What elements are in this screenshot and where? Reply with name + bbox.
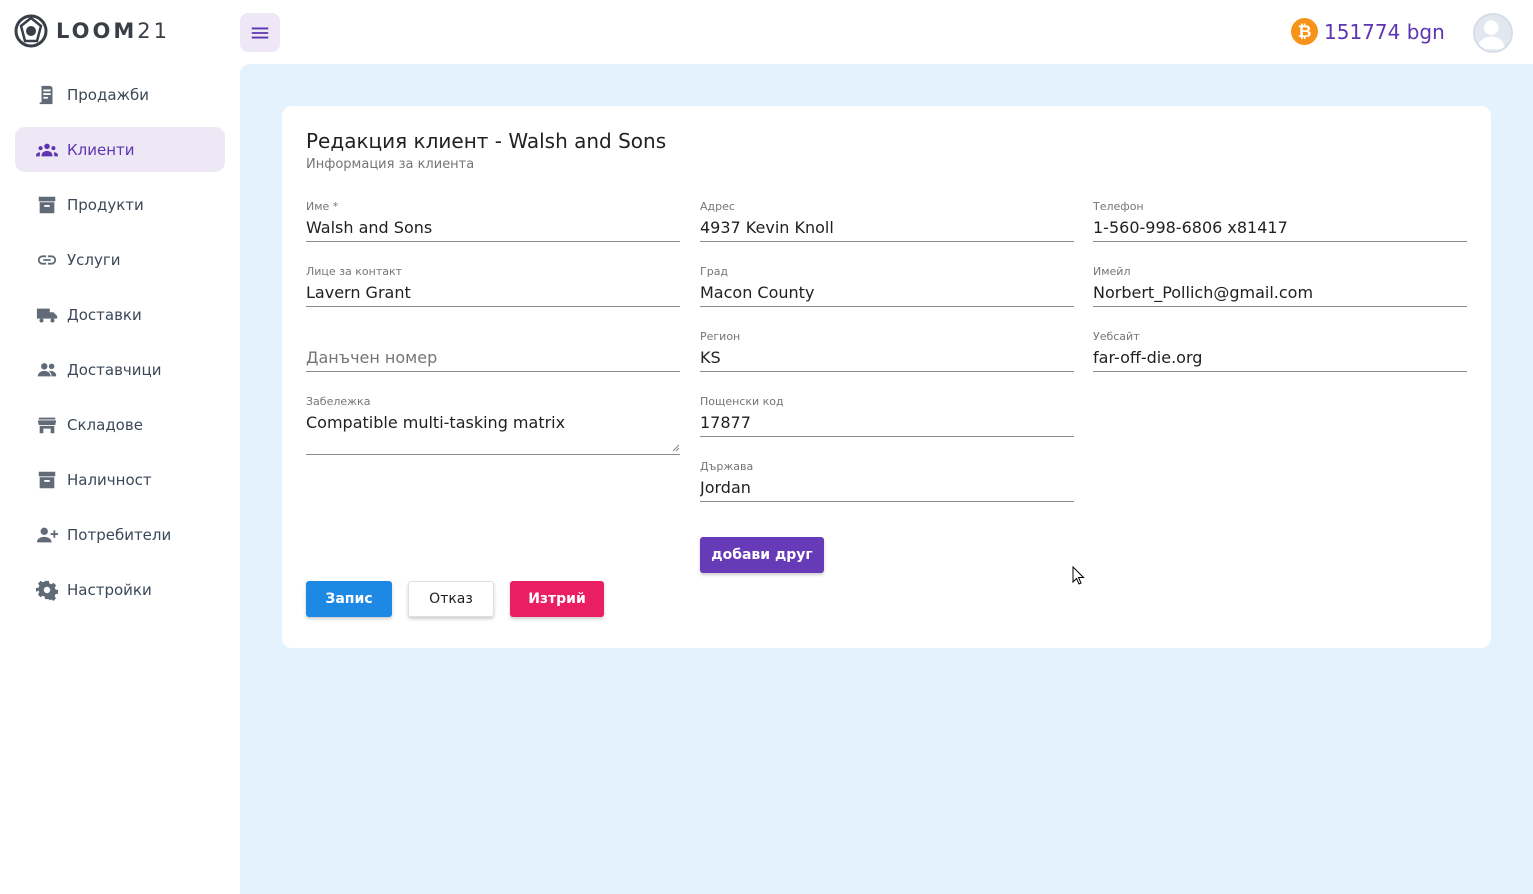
postal-code-field: Пощенски код bbox=[700, 395, 1074, 437]
page-subtitle: Информация за клиента bbox=[306, 157, 475, 172]
region-input[interactable] bbox=[700, 348, 1074, 367]
loom-logo-icon bbox=[14, 14, 48, 48]
postal-code-input[interactable] bbox=[700, 413, 1074, 432]
website-field: Уебсайт bbox=[1093, 330, 1467, 372]
city-field: Град bbox=[700, 265, 1074, 307]
region-label: Регион bbox=[700, 330, 741, 343]
sidebar-item-inventory[interactable]: Наличност bbox=[15, 457, 225, 502]
contact-field: Лице за контакт bbox=[306, 265, 680, 307]
note-label: Забележка bbox=[306, 395, 371, 408]
delete-button[interactable]: Изтрий bbox=[510, 581, 604, 617]
bitcoin-icon: ₿ bbox=[1291, 18, 1318, 45]
menu-toggle-button[interactable] bbox=[240, 13, 280, 52]
sidebar-item-label: Продукти bbox=[67, 195, 144, 214]
people-icon bbox=[35, 138, 59, 162]
sidebar-item-users[interactable]: Потребители bbox=[15, 512, 225, 557]
group-icon bbox=[35, 358, 59, 382]
sidebar-item-suppliers[interactable]: Доставчици bbox=[15, 347, 225, 392]
sidebar-item-warehouses[interactable]: Складове bbox=[15, 402, 225, 447]
tax-number-input[interactable] bbox=[306, 348, 680, 367]
website-label: Уебсайт bbox=[1093, 330, 1140, 343]
address-field: Адрес bbox=[700, 200, 1074, 242]
mouse-cursor-icon bbox=[1072, 566, 1085, 585]
store-icon bbox=[35, 413, 59, 437]
cancel-button[interactable]: Отказ bbox=[408, 581, 494, 617]
sidebar-item-label: Доставки bbox=[67, 305, 142, 324]
hamburger-icon bbox=[251, 27, 269, 38]
sidebar-item-label: Настройки bbox=[67, 580, 152, 599]
note-field: Забележка bbox=[306, 395, 680, 455]
inventory-icon bbox=[35, 468, 59, 492]
sidebar-item-products[interactable]: Продукти bbox=[15, 182, 225, 227]
sidebar-item-services[interactable]: Услуги bbox=[15, 237, 225, 282]
resize-handle-icon[interactable] bbox=[672, 444, 680, 452]
postal-code-label: Пощенски код bbox=[700, 395, 784, 408]
client-edit-card: Редакция клиент - Walsh and Sons Информа… bbox=[282, 106, 1491, 648]
sidebar-item-label: Услуги bbox=[67, 250, 121, 269]
person-add-icon bbox=[35, 523, 59, 547]
balance-display: ₿ 151774 bgn bbox=[1291, 18, 1445, 45]
logo-text: LOOM21 bbox=[56, 19, 170, 43]
phone-label: Телефон bbox=[1093, 200, 1144, 213]
name-input[interactable] bbox=[306, 218, 680, 237]
link-icon bbox=[35, 248, 59, 272]
region-field: Регион bbox=[700, 330, 1074, 372]
app-logo[interactable]: LOOM21 bbox=[14, 14, 170, 48]
receipt-icon bbox=[35, 83, 59, 107]
sidebar-item-settings[interactable]: Настройки bbox=[15, 567, 225, 612]
email-label: Имейл bbox=[1093, 265, 1131, 278]
address-label: Адрес bbox=[700, 200, 735, 213]
save-button[interactable]: Запис bbox=[306, 581, 392, 617]
user-avatar[interactable] bbox=[1473, 13, 1513, 53]
contact-input[interactable] bbox=[306, 283, 680, 302]
balance-amount: 151774 bgn bbox=[1324, 19, 1445, 44]
email-input[interactable] bbox=[1093, 283, 1467, 302]
country-field: Държава bbox=[700, 460, 1074, 502]
main-content: Редакция клиент - Walsh and Sons Информа… bbox=[240, 64, 1533, 894]
archive-icon bbox=[35, 193, 59, 217]
city-label: Град bbox=[700, 265, 729, 278]
add-other-button[interactable]: добави друг bbox=[700, 537, 824, 573]
sidebar-nav: Продажби Клиенти Продукти Услуги Доставк… bbox=[15, 72, 225, 622]
country-input[interactable] bbox=[700, 478, 1074, 497]
name-field: Име * bbox=[306, 200, 680, 242]
city-input[interactable] bbox=[700, 283, 1074, 302]
phone-input[interactable] bbox=[1093, 218, 1467, 237]
sidebar-item-label: Клиенти bbox=[67, 140, 135, 159]
country-label: Държава bbox=[700, 460, 754, 473]
name-label: Име * bbox=[306, 200, 339, 213]
sidebar-item-clients[interactable]: Клиенти bbox=[15, 127, 225, 172]
note-textarea[interactable] bbox=[306, 413, 680, 432]
address-input[interactable] bbox=[700, 218, 1074, 237]
sidebar-item-label: Продажби bbox=[67, 85, 150, 104]
page-title: Редакция клиент - Walsh and Sons bbox=[306, 129, 667, 153]
gear-icon bbox=[35, 578, 59, 602]
phone-field: Телефон bbox=[1093, 200, 1467, 242]
sidebar-item-label: Наличност bbox=[67, 470, 152, 489]
sidebar-item-deliveries[interactable]: Доставки bbox=[15, 292, 225, 337]
website-input[interactable] bbox=[1093, 348, 1467, 367]
tax-number-field bbox=[306, 330, 680, 372]
sidebar-item-label: Складове bbox=[67, 415, 143, 434]
sidebar-item-sales[interactable]: Продажби bbox=[15, 72, 225, 117]
truck-icon bbox=[35, 303, 59, 327]
contact-label: Лице за контакт bbox=[306, 265, 403, 278]
user-avatar-icon bbox=[1477, 20, 1505, 50]
email-field: Имейл bbox=[1093, 265, 1467, 307]
sidebar-item-label: Доставчици bbox=[67, 360, 162, 379]
sidebar-item-label: Потребители bbox=[67, 525, 172, 544]
